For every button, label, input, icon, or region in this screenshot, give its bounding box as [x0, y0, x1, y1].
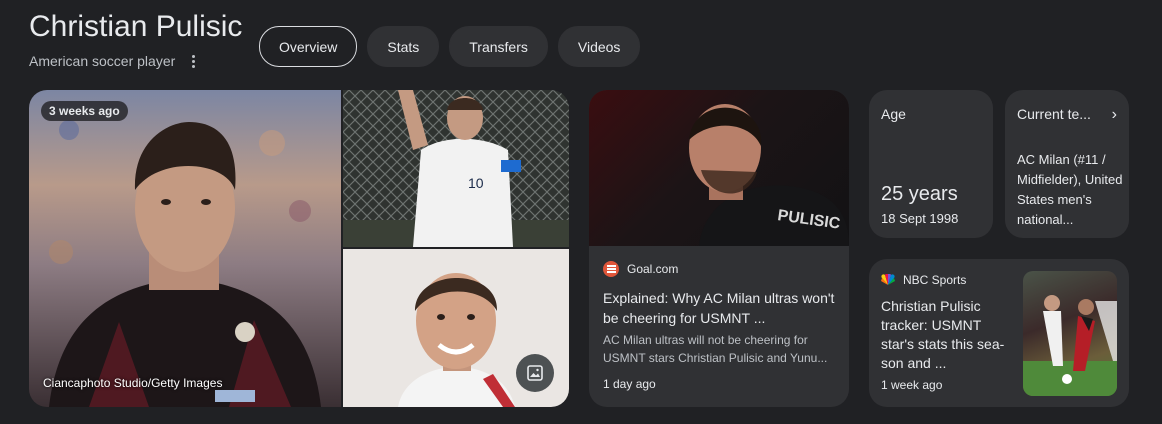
- current-team-card[interactable]: Current te... › AC Milan (#11 / Midfield…: [1005, 90, 1129, 238]
- image-icon: [527, 365, 543, 381]
- nbc-source: NBC Sports: [881, 273, 966, 287]
- news-card-goal[interactable]: PULISIC Goal.com Explained: Why AC Milan…: [589, 90, 849, 407]
- jersey-number: 10: [468, 175, 484, 191]
- age-value: 25 years: [881, 183, 958, 205]
- news-source-name: Goal.com: [627, 262, 679, 276]
- nbc-headline[interactable]: Christian Pulisic tracker: USMNT star's …: [881, 297, 1011, 373]
- player-illustration: [49, 122, 321, 407]
- photo-main[interactable]: 3 weeks ago Ciancaphoto Studio/Getty Ima…: [29, 90, 341, 407]
- match-illustration: [1023, 295, 1117, 396]
- nbc-source-name: NBC Sports: [903, 273, 967, 287]
- age-label: Age: [881, 106, 906, 122]
- chevron-right-icon[interactable]: ›: [1112, 106, 1117, 124]
- page-title: Christian Pulisic: [29, 10, 243, 43]
- view-images-button[interactable]: [516, 354, 554, 392]
- birth-date: 18 Sept 1998: [881, 211, 959, 226]
- team-label: Current te...: [1017, 106, 1091, 122]
- photo-credit: Ciancaphoto Studio/Getty Images: [43, 376, 223, 390]
- tab-videos[interactable]: Videos: [557, 26, 641, 67]
- tab-overview[interactable]: Overview: [259, 26, 358, 67]
- nbc-timestamp: 1 week ago: [881, 378, 943, 392]
- news-headline[interactable]: Explained: Why AC Milan ultras won't be …: [603, 288, 839, 328]
- tab-stats[interactable]: Stats: [367, 26, 440, 67]
- photo-portrait[interactable]: [343, 249, 569, 407]
- goal-logo-icon: [603, 261, 619, 277]
- news-source: Goal.com: [603, 261, 678, 277]
- photo-usmnt[interactable]: 10: [343, 90, 569, 247]
- tab-transfers[interactable]: Transfers: [449, 26, 548, 67]
- age-card[interactable]: Age 25 years 18 Sept 1998: [869, 90, 993, 238]
- team-value: AC Milan (#11 / Midfielder), United Stat…: [1017, 152, 1123, 227]
- usmnt-illustration: 10: [343, 90, 569, 247]
- subtitle-text: American soccer player: [29, 53, 176, 69]
- news-image: PULISIC: [589, 90, 849, 246]
- nbc-image: [1023, 271, 1117, 396]
- news-card-nbc[interactable]: NBC Sports Christian Pulisic tracker: US…: [869, 259, 1129, 407]
- news-timestamp: 1 day ago: [603, 377, 656, 391]
- nbc-peacock-icon: [881, 274, 895, 285]
- news-illustration: PULISIC: [689, 104, 849, 246]
- time-badge: 3 weeks ago: [41, 101, 128, 121]
- tab-bar: Overview Stats Transfers Videos: [259, 26, 641, 67]
- photo-collage: 3 weeks ago Ciancaphoto Studio/Getty Ima…: [29, 90, 569, 407]
- entity-subtitle: American soccer player: [29, 53, 201, 69]
- more-options-icon[interactable]: [185, 53, 201, 69]
- news-snippet: AC Milan ultras will not be cheering for…: [603, 333, 828, 365]
